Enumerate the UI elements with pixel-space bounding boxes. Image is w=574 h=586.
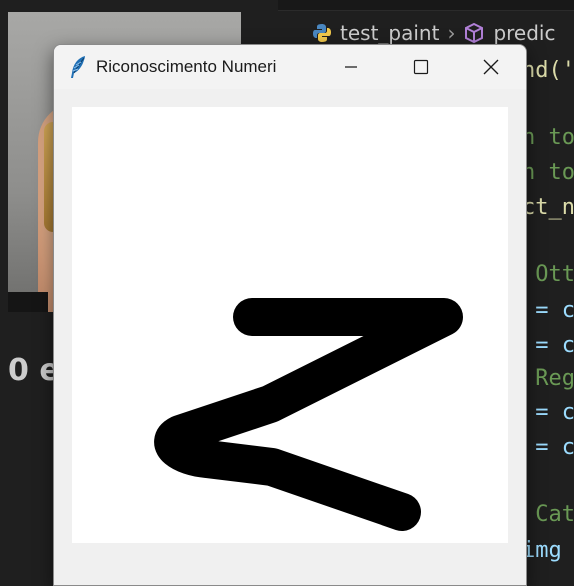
window-titlebar[interactable]: Riconoscimento Numeri: [54, 45, 526, 89]
code-line[interactable]: n to: [522, 160, 574, 185]
feather-icon: [68, 55, 88, 79]
code-line[interactable]: = c: [522, 400, 574, 425]
code-line[interactable]: Reg: [522, 366, 574, 391]
breadcrumb-file[interactable]: test_paint: [340, 21, 439, 45]
breadcrumb-symbol[interactable]: predic: [493, 21, 555, 45]
method-cube-icon: [463, 22, 485, 44]
code-line[interactable]: nd(': [522, 58, 574, 83]
code-line[interactable]: Ott: [522, 262, 574, 287]
drawn-digit-stroke: [154, 298, 463, 531]
maximize-button[interactable]: [386, 45, 456, 89]
close-button[interactable]: [456, 45, 526, 89]
drawing-canvas[interactable]: [72, 107, 508, 543]
window-title: Riconoscimento Numeri: [96, 57, 277, 76]
code-line[interactable]: = c: [522, 435, 574, 460]
chevron-right-icon: ›: [447, 21, 456, 45]
left-panel-text: 0 e: [8, 353, 60, 388]
maximize-icon: [413, 59, 429, 75]
code-line[interactable]: = c: [522, 333, 574, 358]
minimize-icon: [345, 66, 357, 68]
code-line[interactable]: ct_n: [522, 195, 574, 220]
code-line[interactable]: img =: [522, 538, 574, 563]
close-icon: [483, 59, 499, 75]
code-line[interactable]: n to: [522, 125, 574, 150]
code-line[interactable]: Cat: [522, 502, 574, 527]
editor-tab-strip: [278, 0, 574, 11]
minimize-button[interactable]: [316, 45, 386, 89]
app-window: Riconoscimento Numeri: [53, 44, 527, 586]
person-shirt: [8, 292, 48, 312]
code-line[interactable]: = c: [522, 298, 574, 323]
python-file-icon: [312, 23, 332, 43]
